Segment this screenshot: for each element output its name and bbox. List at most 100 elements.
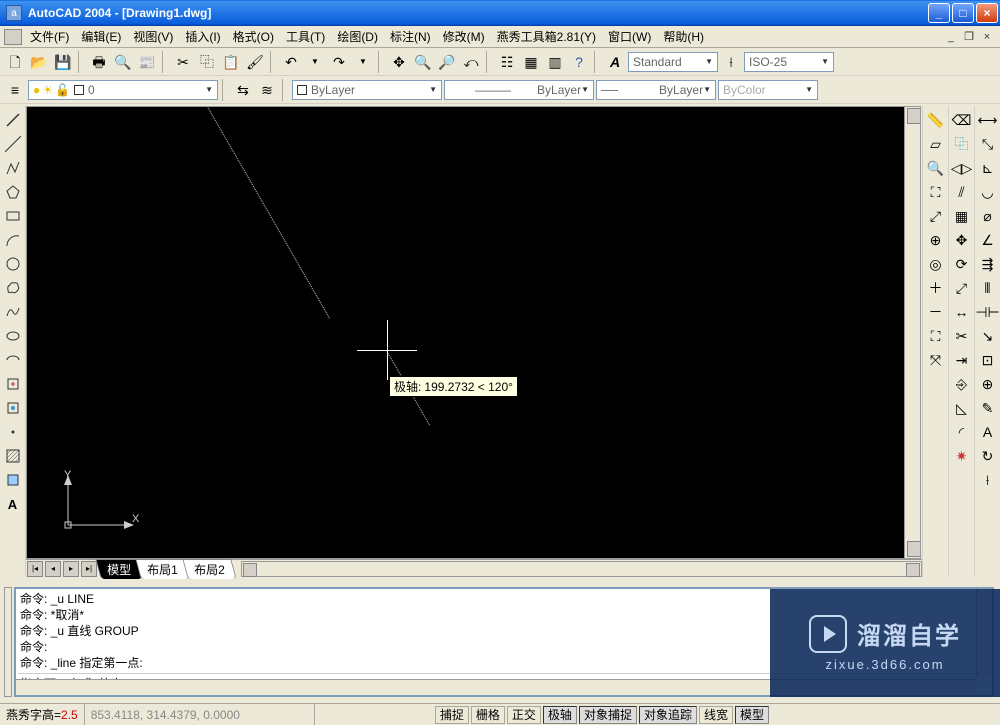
menu-modify[interactable]: 修改(M) [437, 26, 491, 47]
explode-tool[interactable]: ✷ [951, 446, 973, 466]
dim-radius-tool[interactable]: ◡ [977, 182, 999, 202]
fillet-tool[interactable]: ◜ [951, 422, 973, 442]
dist-button[interactable]: 📏 [925, 110, 947, 130]
layer-states-button[interactable]: ≋ [256, 79, 278, 101]
paste-button[interactable]: 📋 [220, 51, 242, 73]
textstyle-icon[interactable]: A [604, 51, 626, 73]
toggle-lwt[interactable]: 线宽 [699, 706, 733, 724]
redo-drop-button[interactable]: ▼ [352, 51, 374, 73]
zoom-center-button[interactable]: ⊕ [925, 230, 947, 250]
menu-draw[interactable]: 绘图(D) [331, 26, 384, 47]
centermark-tool[interactable]: ⊕ [977, 374, 999, 394]
make-block-tool[interactable] [2, 398, 24, 418]
leader-tool[interactable]: ↘ [977, 326, 999, 346]
menu-file[interactable]: 文件(F) [24, 26, 75, 47]
publish-button[interactable]: 📰 [136, 51, 158, 73]
cmd-resize-handle[interactable] [4, 587, 12, 697]
toolpalettes-button[interactable]: ▥ [544, 51, 566, 73]
lineweight-select[interactable]: ──ByLayer▼ [596, 80, 716, 100]
undo-button[interactable]: ↶ [280, 51, 302, 73]
line-tool[interactable] [2, 110, 24, 130]
zoom-object-button[interactable]: ◎ [925, 254, 947, 274]
zoom-realtime-button[interactable]: 🔍 [412, 51, 434, 73]
tab-layout1[interactable]: 布局1 [135, 559, 189, 579]
help-button[interactable]: ? [568, 51, 590, 73]
area-button[interactable]: ▱ [925, 134, 947, 154]
save-button[interactable]: 💾 [52, 51, 74, 73]
close-button[interactable]: × [976, 3, 998, 23]
dim-aligned-tool[interactable]: ⤡ [977, 134, 999, 154]
erase-tool[interactable]: ⌫ [951, 110, 973, 130]
open-button[interactable]: 📂 [28, 51, 50, 73]
layer-select[interactable]: ● ☀ 🔓 0 ▼ [28, 80, 218, 100]
pan-button[interactable]: ✥ [388, 51, 410, 73]
dim-update-tool[interactable]: ↻ [977, 446, 999, 466]
app-menu-icon[interactable] [4, 29, 22, 45]
zoom-in-button[interactable]: ＋ [925, 278, 947, 298]
tab-layout2[interactable]: 布局2 [182, 559, 236, 579]
linetype-select[interactable]: ———ByLayer▼ [444, 80, 594, 100]
layer-manager-button[interactable]: ≡ [4, 79, 26, 101]
drawing-canvas[interactable]: 极轴: 199.2732 < 120° Y X [26, 106, 921, 559]
zoom-dyn-button[interactable]: ⛶ [925, 182, 947, 202]
polygon-tool[interactable] [2, 182, 24, 202]
offset-tool[interactable]: ⫽ [951, 182, 973, 202]
spline-tool[interactable] [2, 302, 24, 322]
hatch-tool[interactable] [2, 446, 24, 466]
dim-linear-tool[interactable]: ⟷ [977, 110, 999, 130]
maximize-button[interactable]: □ [952, 3, 974, 23]
redo-button[interactable]: ↷ [328, 51, 350, 73]
tab-last-button[interactable]: ▸| [81, 561, 97, 577]
minimize-button[interactable]: _ [928, 3, 950, 23]
copy-button[interactable]: ⿻ [196, 51, 218, 73]
menu-help[interactable]: 帮助(H) [657, 26, 710, 47]
designcenter-button[interactable]: ▦ [520, 51, 542, 73]
ellipsearc-tool[interactable] [2, 350, 24, 370]
plot-preview-button[interactable]: 🔍 [112, 51, 134, 73]
doc-restore-button[interactable]: ❐ [961, 30, 977, 44]
menu-window[interactable]: 窗口(W) [602, 26, 657, 47]
toggle-otrack[interactable]: 对象追踪 [639, 706, 697, 724]
cut-button[interactable]: ✂ [172, 51, 194, 73]
move-tool[interactable]: ✥ [951, 230, 973, 250]
dim-angular-tool[interactable]: ∠ [977, 230, 999, 250]
insert-block-tool[interactable] [2, 374, 24, 394]
mtext-tool[interactable]: A [2, 494, 24, 514]
zoom-ext-button[interactable]: ⤧ [925, 350, 947, 370]
xline-tool[interactable] [2, 134, 24, 154]
dim-ordinate-tool[interactable]: ⊾ [977, 158, 999, 178]
zoom-scale-button[interactable]: ⤢ [925, 206, 947, 226]
toggle-ortho[interactable]: 正交 [507, 706, 541, 724]
zoom-win-button[interactable]: 🔍 [925, 158, 947, 178]
dimstyle-icon[interactable]: ⟊ [720, 51, 742, 73]
revcloud-tool[interactable] [2, 278, 24, 298]
circle-tool[interactable] [2, 254, 24, 274]
print-button[interactable]: 🖶 [88, 51, 110, 73]
canvas-vscroll[interactable] [904, 107, 920, 558]
tab-first-button[interactable]: |◂ [27, 561, 43, 577]
zoom-previous-button[interactable]: ⤺ [460, 51, 482, 73]
rotate-tool[interactable]: ⟳ [951, 254, 973, 274]
dim-edit-tool[interactable]: ✎ [977, 398, 999, 418]
zoom-window-button[interactable]: 🔎 [436, 51, 458, 73]
menu-view[interactable]: 视图(V) [127, 26, 179, 47]
break-tool[interactable]: ⎆ [951, 374, 973, 394]
doc-close-button[interactable]: × [979, 30, 995, 44]
region-tool[interactable] [2, 470, 24, 490]
toggle-grid[interactable]: 栅格 [471, 706, 505, 724]
menu-format[interactable]: 格式(O) [227, 26, 280, 47]
canvas-hscroll[interactable] [241, 561, 922, 577]
stretch-tool[interactable]: ↔ [951, 302, 973, 322]
mirror-tool[interactable]: ◁▷ [951, 158, 973, 178]
point-tool[interactable] [2, 422, 24, 442]
layer-previous-button[interactable]: ⇆ [232, 79, 254, 101]
dim-diameter-tool[interactable]: ⌀ [977, 206, 999, 226]
tolerance-tool[interactable]: ⊡ [977, 350, 999, 370]
plotstyle-select[interactable]: ByColor▼ [718, 80, 818, 100]
scale-tool[interactable]: ⤢ [951, 278, 973, 298]
toggle-snap[interactable]: 捕捉 [435, 706, 469, 724]
toggle-model[interactable]: 模型 [735, 706, 769, 724]
toggle-polar[interactable]: 极轴 [543, 706, 577, 724]
chamfer-tool[interactable]: ◺ [951, 398, 973, 418]
polyline-tool[interactable] [2, 158, 24, 178]
